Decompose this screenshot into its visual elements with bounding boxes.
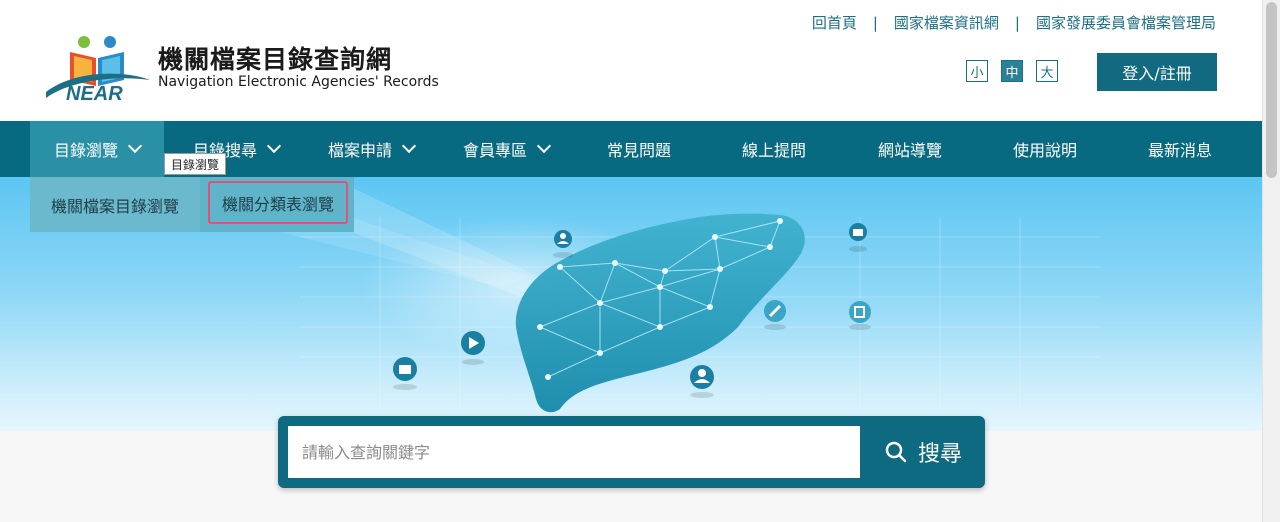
nav-item-label: 使用說明 (1013, 141, 1078, 160)
nav-item-file-application[interactable]: 檔案申請 (328, 121, 417, 177)
nav-item-label: 常見問題 (607, 141, 672, 160)
user-icon (690, 365, 714, 398)
search-bar: 搜尋 (278, 416, 985, 488)
link-separator: | (872, 13, 878, 32)
nav-item-user-guide[interactable]: 使用說明 (1013, 121, 1077, 177)
chevron-down-icon (536, 138, 552, 154)
catalog-browse-dropdown: 機關檔案目錄瀏覽 機關分類表瀏覽 (30, 177, 354, 232)
nav-item-site-map[interactable]: 網站導覽 (878, 121, 942, 177)
site-title: 機關檔案目錄查詢網 (158, 45, 393, 74)
site-header: NEAR 機關檔案目錄查詢網 Navigation Electronic Age… (0, 0, 1262, 121)
nav-item-label: 目錄瀏覽 (53, 141, 118, 160)
chevron-down-icon (127, 138, 143, 154)
archives-administration-link[interactable]: 國家發展委員會檔案管理局 (1036, 12, 1216, 33)
folder-icon (849, 223, 867, 252)
search-button-label: 搜尋 (917, 442, 962, 467)
nav-item-label: 最新消息 (1148, 141, 1213, 160)
svg-text:NEAR: NEAR (66, 83, 123, 104)
user-icon (553, 230, 573, 258)
search-icon (885, 441, 907, 463)
link-icon (764, 300, 786, 330)
nav-item-member-area[interactable]: 會員專區 (463, 121, 552, 177)
site-logo[interactable]: NEAR 機關檔案目錄查詢網 Navigation Electronic Age… (44, 34, 444, 104)
nav-tooltip: 目錄瀏覽 (164, 153, 227, 175)
scrollbar-thumb[interactable] (1266, 2, 1277, 178)
site-subtitle: Navigation Electronic Agencies' Records (158, 74, 439, 90)
chevron-down-icon (401, 138, 417, 154)
search-input[interactable] (288, 426, 860, 478)
chevron-down-icon (266, 138, 282, 154)
link-separator: | (1014, 13, 1020, 32)
search-button[interactable]: 搜尋 (868, 426, 978, 478)
font-size-medium-button[interactable]: 中 (1001, 60, 1023, 82)
copy-icon (849, 301, 871, 330)
dropdown-item-classification-browse[interactable]: 機關分類表瀏覽 (208, 181, 348, 224)
nav-item-label: 網站導覽 (878, 141, 943, 160)
nav-item-faq[interactable]: 常見問題 (607, 121, 671, 177)
page-scrollbar[interactable] (1262, 0, 1280, 522)
national-archives-link[interactable]: 國家檔案資訊網 (894, 12, 999, 33)
login-register-button[interactable]: 登入/註冊 (1097, 53, 1217, 91)
folder-icon (393, 357, 417, 390)
nav-item-label: 線上提問 (742, 141, 807, 160)
nav-item-label: 會員專區 (463, 141, 528, 160)
near-logo-mark-icon: NEAR (46, 36, 150, 104)
nav-item-catalog-browse[interactable]: 目錄瀏覽 (30, 121, 164, 177)
dropdown-item-agency-catalog-browse[interactable]: 機關檔案目錄瀏覽 (30, 177, 200, 232)
play-icon (461, 331, 485, 365)
nav-item-online-question[interactable]: 線上提問 (742, 121, 806, 177)
font-size-small-button[interactable]: 小 (966, 60, 988, 82)
font-size-large-button[interactable]: 大 (1036, 60, 1058, 82)
utility-links: 回首頁 | 國家檔案資訊網 | 國家發展委員會檔案管理局 (812, 12, 1216, 33)
font-size-control: 小 中 大 (966, 60, 1058, 82)
nav-item-label: 檔案申請 (328, 141, 393, 160)
home-link[interactable]: 回首頁 (812, 12, 857, 33)
nav-item-latest-news[interactable]: 最新消息 (1148, 121, 1212, 177)
